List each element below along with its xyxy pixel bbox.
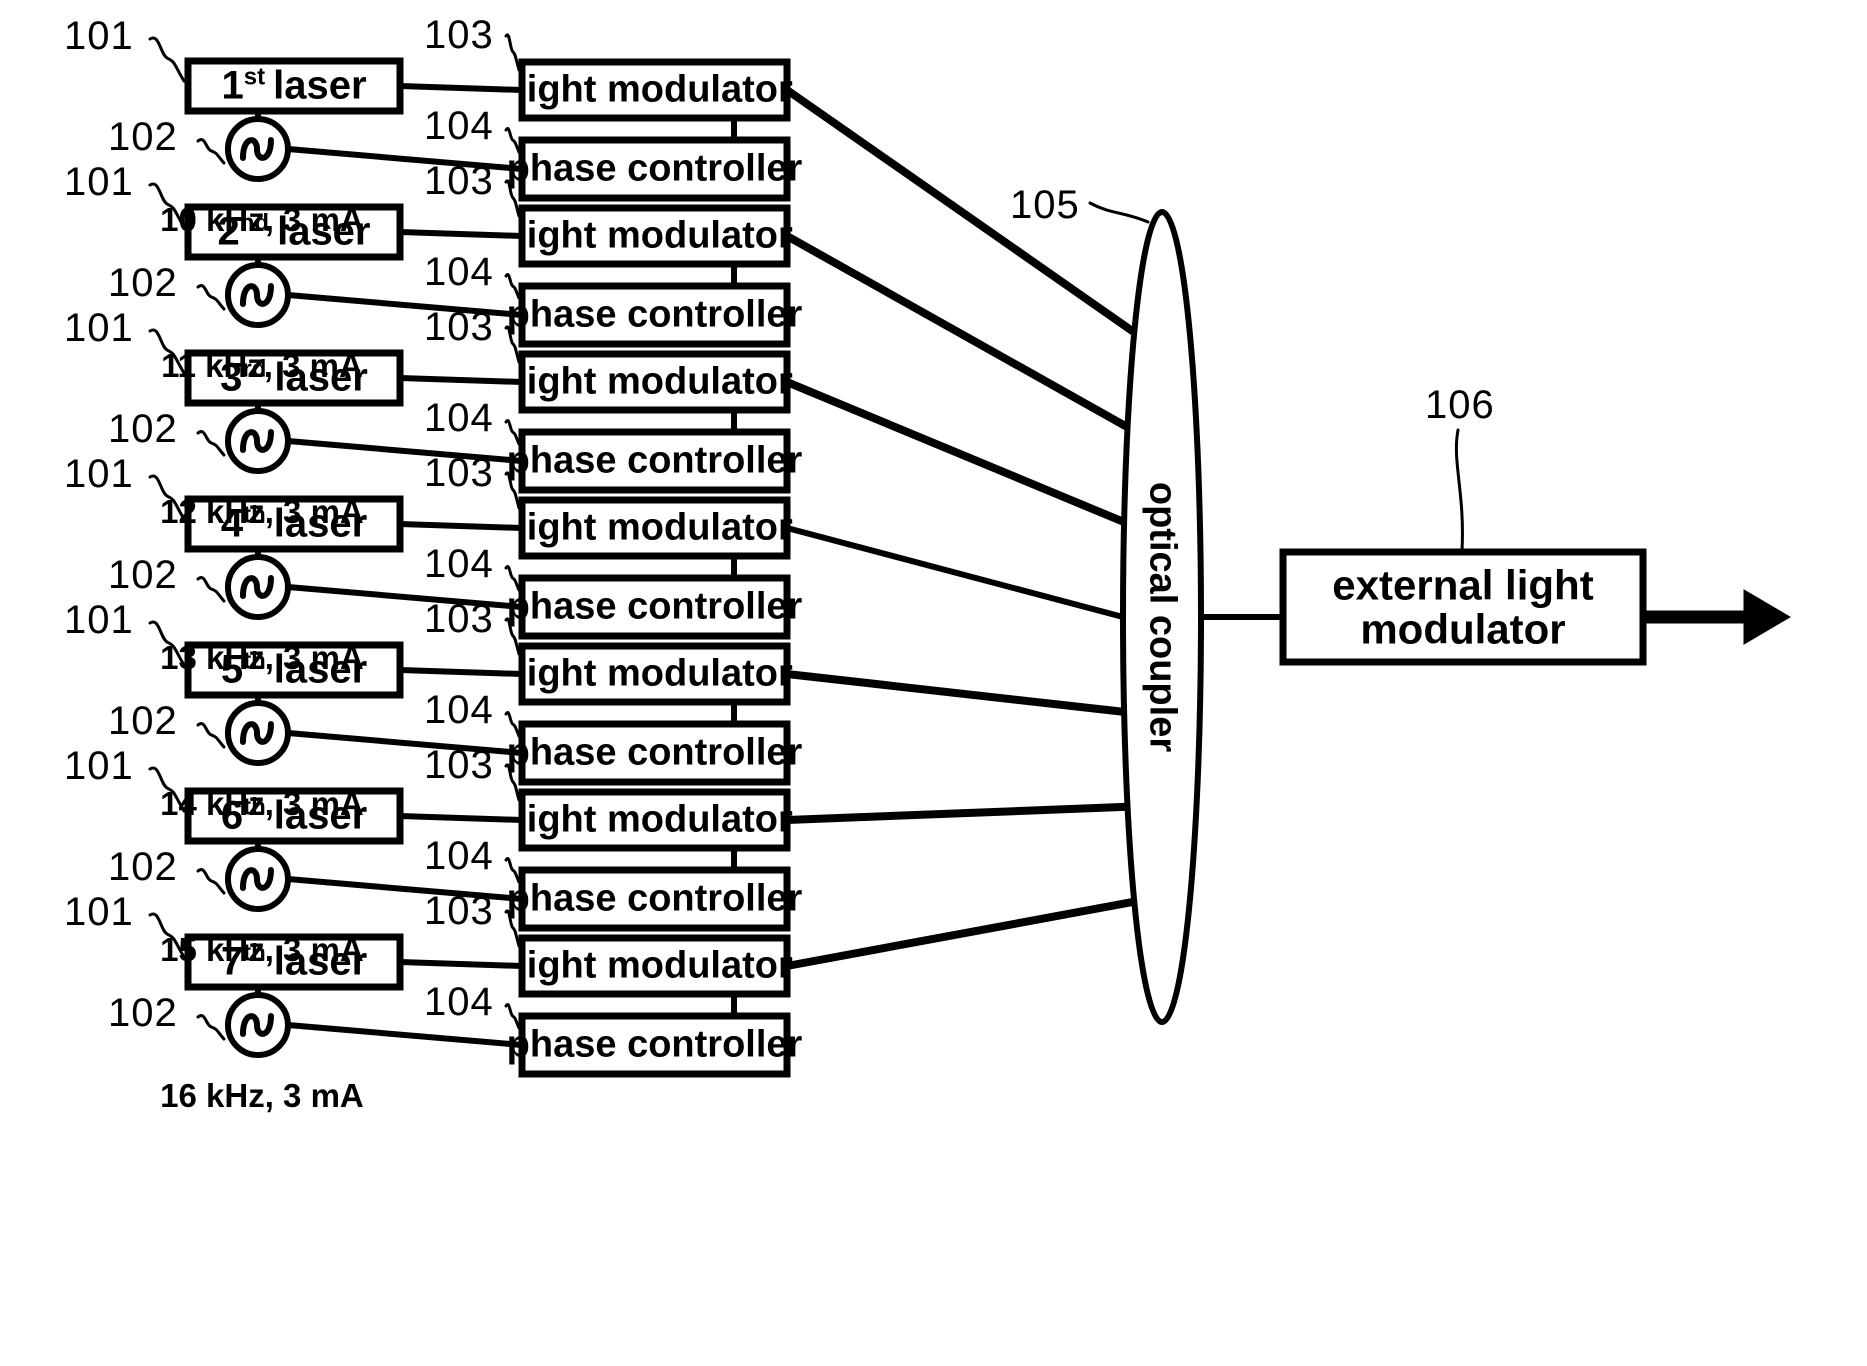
ref-102-oscillator: 102 bbox=[108, 115, 178, 159]
ref-102-leader bbox=[196, 868, 226, 895]
ref-103-light-modulator: 103 bbox=[424, 451, 494, 495]
light-modulator-to-coupler-wire bbox=[786, 525, 1124, 620]
ref-102-oscillator: 102 bbox=[108, 845, 178, 889]
ref-102-leader bbox=[196, 430, 226, 457]
laser-to-light-modulator-wire bbox=[399, 667, 523, 677]
light-modulator-to-coupler-wire bbox=[786, 802, 1128, 824]
laser-label: 7th laser bbox=[220, 939, 368, 984]
ref-102-leader bbox=[196, 576, 226, 603]
ref-103-light-modulator: 103 bbox=[424, 743, 494, 787]
ref-103-light-modulator: 103 bbox=[424, 13, 494, 57]
light-modulator-to-coupler-wire bbox=[786, 897, 1135, 970]
laser-to-light-modulator-wire bbox=[399, 813, 523, 823]
ref-106-leader bbox=[1454, 428, 1464, 553]
output-arrowhead bbox=[1743, 589, 1791, 645]
laser-to-light-modulator-wire bbox=[399, 521, 523, 531]
ref-104-phase-controller: 104 bbox=[424, 250, 494, 294]
light-modulator-to-coupler-wire bbox=[785, 378, 1126, 526]
phase-controller-label: phase controller bbox=[506, 293, 803, 336]
ref-104-phase-controller: 104 bbox=[424, 688, 494, 732]
oscillator-to-phase-controller-wire bbox=[287, 1022, 523, 1048]
ref-105-leader bbox=[1088, 201, 1150, 224]
laser-to-light-modulator-wire bbox=[399, 83, 523, 93]
ref-104-phase-controller: 104 bbox=[424, 542, 494, 586]
ref-104-phase-controller: 104 bbox=[424, 980, 494, 1024]
phase-controller-label: phase controller bbox=[506, 439, 803, 482]
phase-controller-label: phase controller bbox=[506, 877, 803, 920]
light-modulator-label: light modulator bbox=[516, 214, 793, 257]
ref-102-oscillator: 102 bbox=[108, 553, 178, 597]
light-modulator-label: light modulator bbox=[516, 652, 793, 695]
light-modulator-to-coupler-wire bbox=[786, 670, 1125, 716]
ref-101-laser: 101 bbox=[64, 160, 134, 204]
ref-101-laser: 101 bbox=[64, 14, 134, 58]
ref-103-light-modulator: 103 bbox=[424, 159, 494, 203]
laser-to-light-modulator-wire bbox=[399, 959, 523, 969]
laser-label: 6th laser bbox=[220, 793, 368, 838]
laser-label: 1st laser bbox=[221, 63, 367, 108]
ref-104-phase-controller: 104 bbox=[424, 396, 494, 440]
laser-label: 5th laser bbox=[220, 647, 368, 692]
ref-101-laser: 101 bbox=[64, 744, 134, 788]
ref-102-oscillator: 102 bbox=[108, 991, 178, 1035]
laser-label: 3rd laser bbox=[220, 355, 368, 400]
phase-controller-label: phase controller bbox=[506, 585, 803, 628]
ref-101-leader bbox=[148, 36, 186, 83]
external-light-modulator-label-line1: external light bbox=[1332, 561, 1594, 609]
ref-102-oscillator: 102 bbox=[108, 261, 178, 305]
ref-101-laser: 101 bbox=[64, 306, 134, 350]
phase-controller-label: phase controller bbox=[506, 1023, 803, 1066]
ref-103-light-modulator: 103 bbox=[424, 889, 494, 933]
laser-to-light-modulator-wire bbox=[399, 229, 523, 239]
ref-104-phase-controller: 104 bbox=[424, 834, 494, 878]
laser-label: 4th laser bbox=[220, 501, 368, 546]
light-modulator-to-coupler-wire bbox=[785, 232, 1130, 431]
ref-102-oscillator: 102 bbox=[108, 407, 178, 451]
ref-102-leader bbox=[196, 1014, 226, 1041]
phase-controller-label: phase controller bbox=[506, 731, 803, 774]
laser-label: 2nd laser bbox=[217, 209, 371, 254]
ref-102-leader bbox=[196, 138, 226, 165]
ref-101-laser: 101 bbox=[64, 452, 134, 496]
phase-controller-label: phase controller bbox=[506, 147, 803, 190]
ref-102-leader bbox=[196, 284, 226, 311]
light-modulator-label: light modulator bbox=[516, 506, 793, 549]
oscillator-drive-label: 16 kHz, 3 mA bbox=[160, 1077, 364, 1114]
ref-101-laser: 101 bbox=[64, 890, 134, 934]
patent-figure-canvas: 101 103 102 104 101 103 102 104 101 103 102 104 101 1… bbox=[0, 0, 1867, 1366]
external-light-modulator-label: external light modulator bbox=[1288, 563, 1638, 650]
ref-103-light-modulator: 103 bbox=[424, 597, 494, 641]
optical-coupler-label: optical coupler bbox=[1141, 481, 1184, 753]
light-modulator-label: light modulator bbox=[516, 798, 793, 841]
light-modulator-to-coupler-wire bbox=[784, 86, 1137, 336]
ref-102-leader bbox=[196, 722, 226, 749]
light-modulator-label: light modulator bbox=[516, 360, 793, 403]
ref-103-leader bbox=[504, 33, 521, 72]
light-modulator-label: light modulator bbox=[516, 944, 793, 987]
laser-to-light-modulator-wire bbox=[399, 375, 523, 385]
ref-103-light-modulator: 103 bbox=[424, 305, 494, 349]
external-light-modulator-label-line2: modulator bbox=[1360, 605, 1566, 652]
ref-105-optical-coupler: 105 bbox=[1010, 183, 1080, 227]
ref-104-phase-controller: 104 bbox=[424, 104, 494, 148]
light-modulator-label: light modulator bbox=[516, 68, 793, 111]
ref-102-oscillator: 102 bbox=[108, 699, 178, 743]
ref-106-external-modulator: 106 bbox=[1425, 383, 1495, 427]
ref-101-laser: 101 bbox=[64, 598, 134, 642]
